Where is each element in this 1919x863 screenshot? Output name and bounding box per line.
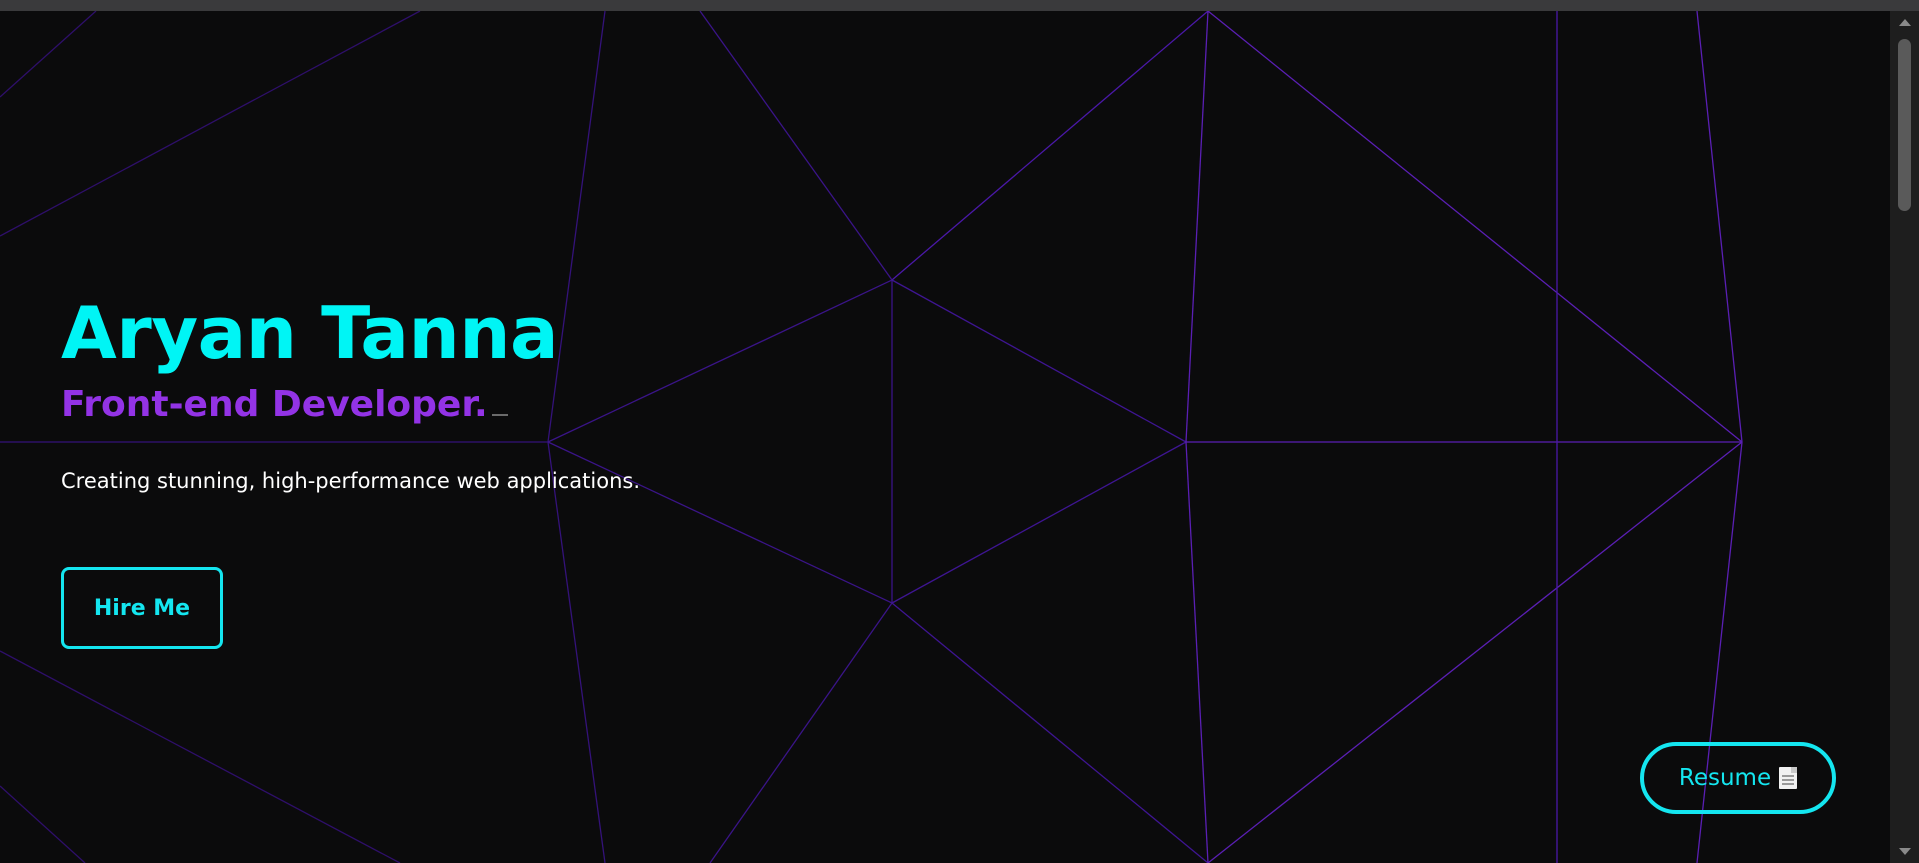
browser-top-strip bbox=[0, 0, 1919, 11]
tagline: Creating stunning, high-performance web … bbox=[61, 469, 641, 493]
resume-button[interactable]: Resume bbox=[1640, 742, 1836, 814]
mesh-line bbox=[891, 11, 1209, 281]
role-text: Front-end Developer. bbox=[61, 384, 488, 425]
mesh-line bbox=[891, 602, 1209, 863]
mesh-line bbox=[1185, 441, 1209, 863]
mesh-line bbox=[0, 11, 97, 98]
scroll-thumb[interactable] bbox=[1898, 39, 1911, 211]
hero-text: Aryan Tanna Front-end Developer. Creatin… bbox=[61, 291, 640, 495]
mesh-line bbox=[1185, 11, 1209, 443]
mesh-line bbox=[0, 11, 421, 237]
typing-cursor bbox=[491, 414, 508, 416]
mesh-line bbox=[1207, 11, 1743, 443]
mesh-line bbox=[891, 441, 1187, 604]
mesh-line bbox=[891, 279, 1187, 443]
developer-name: Aryan Tanna bbox=[61, 291, 559, 375]
mesh-line bbox=[1696, 11, 1743, 443]
mesh-line bbox=[0, 785, 86, 863]
hire-me-button[interactable]: Hire Me bbox=[61, 567, 223, 649]
resume-label: Resume bbox=[1678, 765, 1772, 791]
developer-role: Front-end Developer. bbox=[61, 383, 640, 427]
mesh-line bbox=[547, 441, 606, 863]
hero-section: Aryan Tanna Front-end Developer. Creatin… bbox=[0, 11, 1890, 863]
chevron-up-icon[interactable] bbox=[1899, 19, 1911, 26]
mesh-line bbox=[0, 650, 401, 863]
mesh-line bbox=[709, 602, 893, 863]
mesh-line bbox=[699, 11, 893, 281]
page-scrollbar[interactable] bbox=[1890, 11, 1919, 863]
document-icon bbox=[1779, 767, 1798, 789]
chevron-down-icon[interactable] bbox=[1899, 848, 1911, 855]
